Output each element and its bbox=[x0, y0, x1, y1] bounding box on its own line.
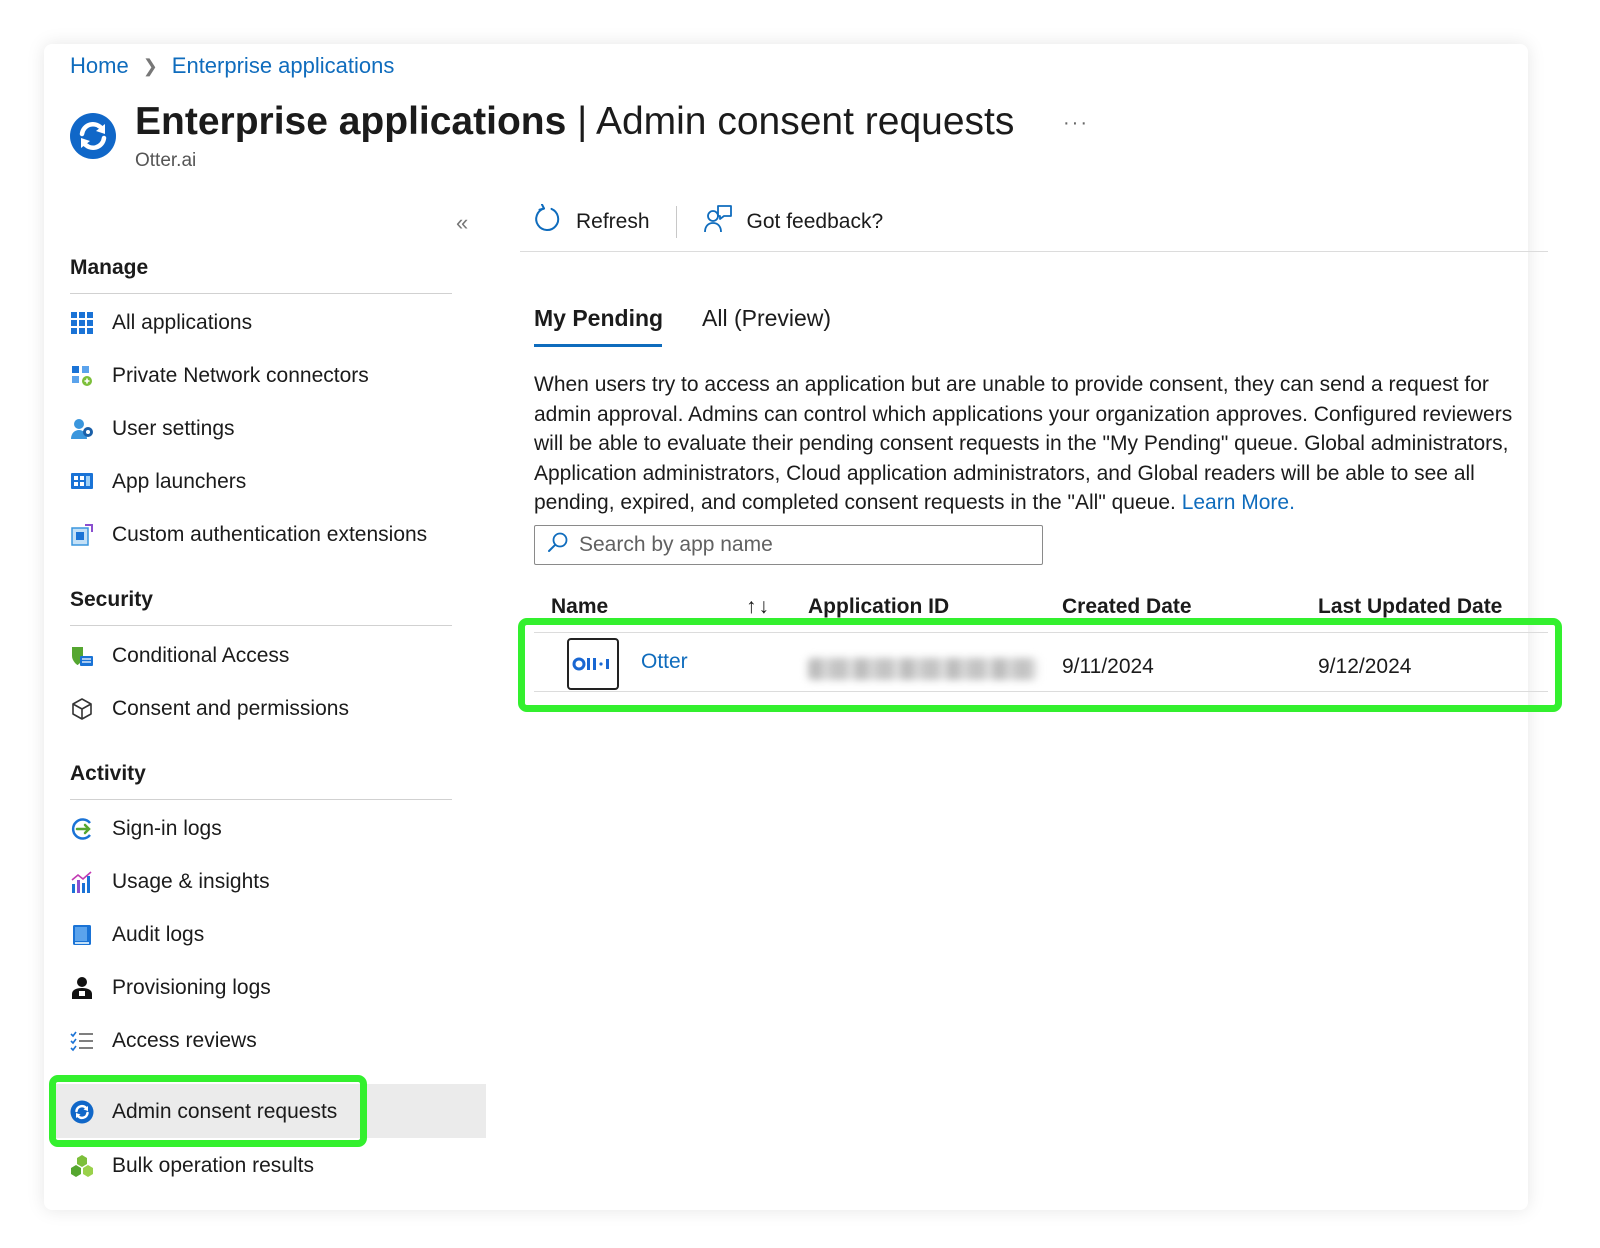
sign-in-icon bbox=[70, 817, 94, 841]
column-header-application-id: Application ID bbox=[808, 595, 950, 618]
breadcrumb: Home ❯ Enterprise applications bbox=[70, 53, 394, 79]
sidebar-item-provisioning-logs[interactable]: Provisioning logs bbox=[70, 970, 271, 1006]
column-header-name[interactable]: Name bbox=[551, 595, 608, 619]
sidebar-item-all-applications[interactable]: All applications bbox=[70, 305, 252, 341]
page-title: Enterprise applications | Admin consent … bbox=[135, 100, 1015, 143]
sidebar-item-bulk-operation-results[interactable]: Bulk operation results bbox=[70, 1148, 314, 1184]
feedback-button[interactable]: Got feedback? bbox=[703, 204, 883, 240]
sidebar-item-audit-logs[interactable]: Audit logs bbox=[70, 917, 204, 953]
refresh-button[interactable]: Refresh bbox=[532, 203, 650, 240]
toolbar-divider bbox=[675, 206, 677, 238]
breadcrumb-enterprise-apps-link[interactable]: Enterprise applications bbox=[172, 53, 395, 79]
sidebar-item-custom-auth-extensions[interactable]: Custom authentication extensions bbox=[70, 517, 427, 553]
sidebar-item-conditional-access[interactable]: Conditional Access bbox=[70, 638, 289, 674]
sidebar-item-user-settings[interactable]: User settings bbox=[70, 411, 235, 447]
sidebar-item-app-launchers[interactable]: App launchers bbox=[70, 464, 246, 500]
audit-log-icon bbox=[70, 923, 94, 947]
description-text: When users try to access an application … bbox=[534, 373, 1513, 514]
extension-icon bbox=[70, 523, 94, 547]
collapse-sidebar-button[interactable]: « bbox=[456, 210, 468, 236]
sidebar-item-private-network-connectors[interactable]: Private Network connectors bbox=[70, 358, 369, 394]
column-header-created-date: Created Date bbox=[1062, 595, 1192, 618]
feedback-icon bbox=[703, 204, 733, 240]
section-security: Security bbox=[70, 588, 153, 611]
search-icon bbox=[547, 531, 569, 559]
breadcrumb-home-link[interactable]: Home bbox=[70, 53, 129, 79]
section-manage: Manage bbox=[70, 256, 149, 279]
sidebar-item-consent-permissions[interactable]: Consent and permissions bbox=[70, 691, 349, 727]
refresh-icon bbox=[532, 203, 562, 240]
tab-my-pending[interactable]: My Pending bbox=[534, 305, 663, 332]
provisioning-user-icon bbox=[70, 976, 94, 1000]
bar-chart-icon bbox=[70, 870, 94, 894]
conditional-access-icon bbox=[70, 644, 94, 668]
grid-apps-icon bbox=[70, 311, 94, 335]
section-divider bbox=[70, 293, 452, 294]
sort-icon[interactable]: ↑↓ bbox=[746, 595, 771, 619]
chevron-right-icon: ❯ bbox=[142, 55, 158, 76]
toolbar-divider-line bbox=[520, 251, 1548, 252]
sidebar-item-admin-consent-requests[interactable]: Admin consent requests bbox=[70, 1094, 337, 1130]
learn-more-link[interactable]: Learn More. bbox=[1182, 491, 1295, 514]
search-input[interactable] bbox=[579, 533, 1019, 557]
tab-all-preview[interactable]: All (Preview) bbox=[702, 305, 831, 332]
section-divider bbox=[70, 799, 452, 800]
admin-consent-icon bbox=[70, 1100, 94, 1124]
sidebar-item-signin-logs[interactable]: Sign-in logs bbox=[70, 811, 222, 847]
checklist-icon bbox=[70, 1029, 94, 1053]
cube-icon bbox=[70, 697, 94, 721]
sidebar-item-usage-insights[interactable]: Usage & insights bbox=[70, 864, 270, 900]
sidebar-item-access-reviews[interactable]: Access reviews bbox=[70, 1023, 257, 1059]
column-header-last-updated-date: Last Updated Date bbox=[1318, 595, 1503, 618]
section-divider bbox=[70, 625, 452, 626]
tab-active-indicator bbox=[534, 344, 662, 347]
app-launcher-icon bbox=[70, 470, 94, 494]
user-settings-icon bbox=[70, 417, 94, 441]
command-bar: Refresh Got feedback? bbox=[532, 203, 883, 240]
bulk-operations-icon bbox=[70, 1154, 94, 1178]
section-activity: Activity bbox=[70, 762, 146, 785]
more-options-button[interactable]: ··· bbox=[1063, 112, 1089, 135]
search-box[interactable] bbox=[534, 525, 1043, 565]
admin-consent-icon bbox=[69, 112, 117, 160]
network-connector-icon bbox=[70, 364, 94, 388]
page-subtitle: Otter.ai bbox=[135, 150, 197, 171]
highlight-box-row bbox=[518, 618, 1562, 712]
